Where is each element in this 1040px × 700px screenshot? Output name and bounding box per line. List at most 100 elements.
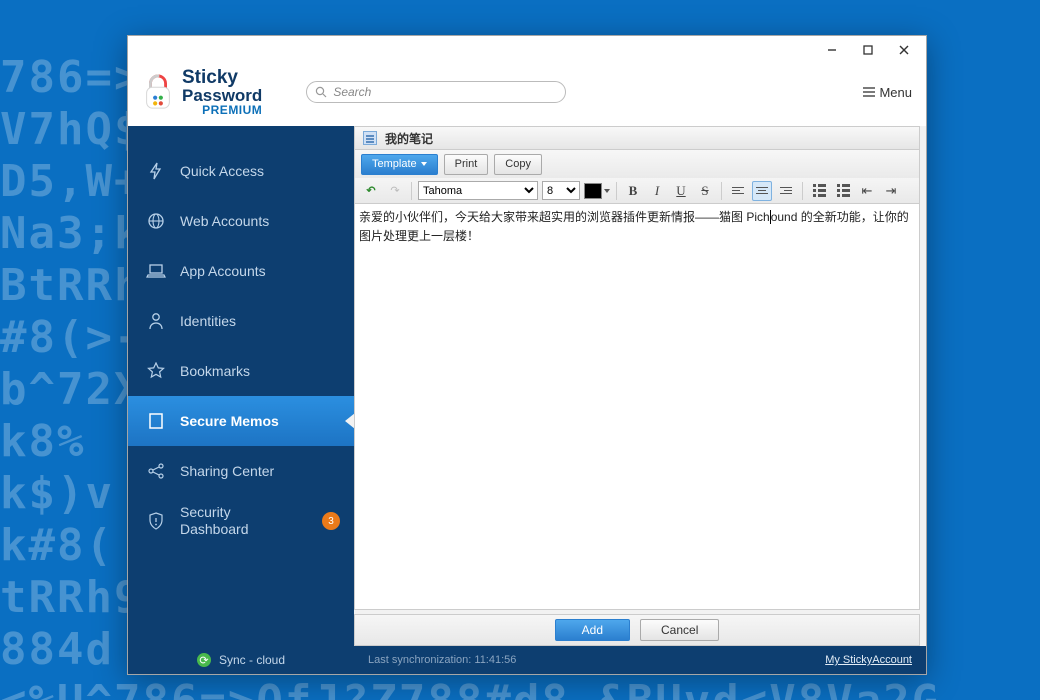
sidebar-item-security-dashboard[interactable]: Security Dashboard 3 [128, 496, 354, 546]
sidebar-item-identities[interactable]: Identities [128, 296, 354, 346]
star-icon [146, 361, 166, 381]
badge-count: 3 [322, 512, 340, 530]
font-color-button[interactable] [584, 183, 610, 199]
outdent-button[interactable]: ⇤ [857, 181, 877, 201]
window-titlebar [128, 36, 926, 64]
memo-body-before: 亲爱的小伙伴们，今天给大家带来超实用的浏览器插件更新情报——猫图 Pich [359, 210, 770, 224]
print-button[interactable]: Print [444, 154, 489, 175]
app-header: Sticky Password PREMIUM Search Menu [128, 64, 926, 126]
sync-label: Sync - cloud [219, 653, 285, 667]
close-icon [899, 45, 909, 55]
sidebar-item-app-accounts[interactable]: App Accounts [128, 246, 354, 296]
separator [802, 182, 803, 200]
separator [616, 182, 617, 200]
align-center-icon [756, 187, 768, 194]
align-left-icon [732, 187, 744, 194]
align-right-icon [780, 187, 792, 194]
content-area: Quick Access Web Accounts App Accounts I… [128, 126, 926, 646]
italic-icon: I [655, 183, 659, 199]
sync-status[interactable]: Sync - cloud [128, 646, 354, 674]
brand-line2: Password [182, 87, 262, 104]
search-icon [315, 86, 327, 98]
sidebar-item-label: Sharing Center [180, 463, 274, 479]
memo-header: 我的笔记 [354, 126, 920, 150]
sync-icon [197, 653, 211, 667]
align-left-button[interactable] [728, 181, 748, 201]
globe-icon [146, 211, 166, 231]
bolt-icon [146, 161, 166, 181]
sidebar-item-label: App Accounts [180, 263, 266, 279]
print-label: Print [455, 158, 478, 170]
menu-label: Menu [879, 85, 912, 100]
sidebar-item-secure-memos[interactable]: Secure Memos [128, 396, 354, 446]
window-minimize-button[interactable] [814, 39, 850, 61]
brand-line1: Sticky [182, 68, 262, 87]
font-size-select[interactable]: 8 [542, 181, 580, 200]
font-select[interactable]: Tahoma [418, 181, 538, 200]
add-label: Add [582, 623, 603, 637]
hamburger-icon [863, 87, 875, 97]
memo-footer-bar: Add Cancel [354, 614, 920, 646]
window-close-button[interactable] [886, 39, 922, 61]
sidebar-item-web-accounts[interactable]: Web Accounts [128, 196, 354, 246]
search-placeholder: Search [333, 85, 371, 99]
outdent-icon: ⇤ [862, 183, 873, 199]
underline-icon: U [676, 183, 685, 199]
sidebar-item-label: Identities [180, 313, 236, 329]
window-maximize-button[interactable] [850, 39, 886, 61]
maximize-icon [863, 45, 873, 55]
sidebar-item-label: Quick Access [180, 163, 264, 179]
memo-action-toolbar: Template Print Copy [354, 150, 920, 178]
memo-editor[interactable]: 亲爱的小伙伴们，今天给大家带来超实用的浏览器插件更新情报——猫图 Pichoun… [354, 204, 920, 610]
brand-line3: PREMIUM [182, 104, 262, 116]
italic-button[interactable]: I [647, 181, 667, 201]
chevron-down-icon [604, 189, 610, 193]
memo-icon [146, 411, 166, 431]
bulleted-list-button[interactable] [809, 181, 829, 201]
numbered-list-button[interactable] [833, 181, 853, 201]
color-swatch-icon [584, 183, 602, 199]
richtext-toolbar: ↶ ↷ Tahoma 8 B I U S [354, 178, 920, 204]
main-panel: 我的笔记 Template Print Copy ↶ ↷ Tahoma [354, 126, 926, 646]
separator [411, 182, 412, 200]
strikethrough-button[interactable]: S [695, 181, 715, 201]
underline-button[interactable]: U [671, 181, 691, 201]
bold-button[interactable]: B [623, 181, 643, 201]
template-button[interactable]: Template [361, 154, 438, 175]
sidebar-item-bookmarks[interactable]: Bookmarks [128, 346, 354, 396]
my-account-link[interactable]: My StickyAccount [825, 654, 912, 666]
align-center-button[interactable] [752, 181, 772, 201]
undo-button[interactable]: ↶ [361, 181, 381, 201]
sidebar-nav: Quick Access Web Accounts App Accounts I… [128, 126, 354, 646]
padlock-icon [142, 74, 174, 110]
sidebar-item-label: Web Accounts [180, 213, 269, 229]
copy-label: Copy [505, 158, 531, 170]
sidebar-item-label: Bookmarks [180, 363, 250, 379]
copy-button[interactable]: Copy [494, 154, 542, 175]
app-logo: Sticky Password PREMIUM [142, 68, 262, 116]
document-icon [363, 131, 377, 145]
cancel-button[interactable]: Cancel [640, 619, 719, 641]
redo-button[interactable]: ↷ [385, 181, 405, 201]
cancel-label: Cancel [661, 623, 698, 637]
shield-icon [146, 511, 166, 531]
sidebar-item-quick-access[interactable]: Quick Access [128, 146, 354, 196]
align-right-button[interactable] [776, 181, 796, 201]
status-bar: Sync - cloud Last synchronization: 11:41… [128, 646, 926, 674]
indent-icon: ⇥ [886, 183, 897, 199]
indent-button[interactable]: ⇥ [881, 181, 901, 201]
strikethrough-icon: S [701, 183, 708, 199]
sidebar-item-sharing-center[interactable]: Sharing Center [128, 446, 354, 496]
separator [721, 182, 722, 200]
number-list-icon [837, 184, 850, 197]
add-button[interactable]: Add [555, 619, 630, 641]
template-label: Template [372, 158, 417, 170]
sidebar: Quick Access Web Accounts App Accounts I… [128, 126, 354, 646]
last-sync-text: Last synchronization: 11:41:56 [368, 654, 516, 666]
minimize-icon [827, 45, 837, 55]
person-icon [146, 311, 166, 331]
undo-icon: ↶ [366, 184, 375, 197]
menu-button[interactable]: Menu [863, 85, 912, 100]
search-input[interactable]: Search [306, 81, 566, 103]
memo-title: 我的笔记 [385, 130, 433, 147]
